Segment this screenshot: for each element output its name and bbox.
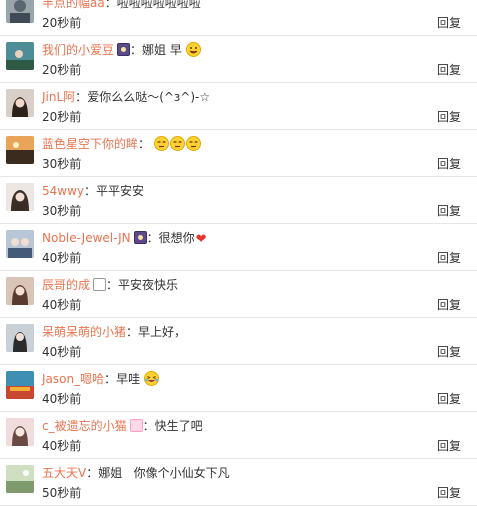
comment-username[interactable]: 半点的幅aa [42, 0, 105, 10]
comment-text: 平安夜快乐 [118, 278, 179, 292]
comment-colon: ： [75, 90, 88, 104]
avatar[interactable] [6, 42, 34, 70]
reply-button[interactable]: 回复 [437, 439, 461, 453]
comment-item: 五大天V：娜姐 你像个小仙女下凡 50秒前 回复 [0, 459, 477, 506]
reply-button[interactable]: 回复 [437, 110, 461, 124]
smile-emoji-icon [185, 42, 201, 57]
smirk-emoji-icon [185, 136, 201, 151]
comment-username[interactable]: c_被遗忘的小猫 [42, 419, 127, 433]
comment-text: 娜姐 早 [142, 43, 182, 57]
crown-badge-icon [129, 419, 143, 432]
reply-button[interactable]: 回复 [437, 251, 461, 265]
avatar[interactable] [6, 371, 34, 399]
comment-text: 早上好， [138, 325, 187, 339]
comment-colon: ： [104, 372, 117, 386]
comment-list: 半点的幅aa：啦啦啦啦啦啦啦 20秒前 回复 我们的小爱豆 ：娜姐 早 20秒前 … [0, 0, 477, 506]
panda-badge-icon [93, 278, 107, 291]
reply-button[interactable]: 回复 [437, 392, 461, 406]
reply-button[interactable]: 回复 [437, 204, 461, 218]
comment-colon: ： [130, 43, 143, 57]
comment-colon: ： [104, 0, 117, 10]
avatar[interactable] [6, 465, 34, 493]
comment-text: 平平安安 [96, 184, 145, 198]
comment-item: 我们的小爱豆 ：娜姐 早 20秒前 回复 [0, 36, 477, 83]
night-badge-icon [133, 231, 147, 244]
comment-time: 40秒前 [42, 298, 82, 312]
laugh-cry-emoji-icon [143, 371, 159, 386]
comment-item: JinL阿：爱你么么哒～(^з^)-☆ 20秒前 回复 [0, 83, 477, 130]
comment-time: 40秒前 [42, 392, 82, 406]
reply-button[interactable]: 回复 [437, 486, 461, 500]
comment-item: c_被遗忘的小猫 ：快生了吧 40秒前 回复 [0, 412, 477, 459]
comment-username[interactable]: 54wwy [42, 184, 84, 198]
comment-time: 20秒前 [42, 110, 82, 124]
avatar[interactable] [6, 277, 34, 305]
comment-time: 40秒前 [42, 251, 82, 265]
avatar[interactable] [6, 0, 34, 23]
comment-username[interactable]: JinL阿 [42, 90, 75, 104]
comment-username[interactable]: 呆萌呆萌的小猪 [42, 325, 126, 339]
comment-time: 20秒前 [42, 16, 82, 30]
reply-button[interactable]: 回复 [437, 63, 461, 77]
comment-text: 啦啦啦啦啦啦啦 [116, 0, 201, 10]
night-badge-icon [117, 43, 131, 56]
reply-button[interactable]: 回复 [437, 157, 461, 171]
comment-item: Noble-Jewel-JN ：很想你❤ 40秒前 回复 [0, 224, 477, 271]
reply-button[interactable]: 回复 [437, 345, 461, 359]
comment-username[interactable]: Noble-Jewel-JN [42, 231, 131, 245]
comment-time: 20秒前 [42, 63, 82, 77]
comment-item: 蓝色星空下你的眸： 30秒前 回复 [0, 130, 477, 177]
smirk-emoji-icon [169, 136, 185, 151]
comment-text: 爱你么么哒～(^з^)-☆ [87, 90, 211, 104]
comment-text: 快生了吧 [154, 419, 203, 433]
avatar[interactable] [6, 136, 34, 164]
avatar[interactable] [6, 324, 34, 352]
avatar[interactable] [6, 89, 34, 117]
comment-item: 54wwy：平平安安 30秒前 回复 [0, 177, 477, 224]
heart-icon: ❤ [195, 232, 207, 247]
comment-time: 40秒前 [42, 439, 82, 453]
comment-username[interactable]: 辰哥的成 [42, 278, 90, 292]
comment-text: 很想你 [158, 231, 195, 245]
comment-item: 半点的幅aa：啦啦啦啦啦啦啦 20秒前 回复 [0, 0, 477, 36]
comment-colon: ： [106, 278, 119, 292]
avatar[interactable] [6, 418, 34, 446]
comment-time: 40秒前 [42, 345, 82, 359]
comment-time: 50秒前 [42, 486, 82, 500]
reply-button[interactable]: 回复 [437, 298, 461, 312]
comment-username[interactable]: 我们的小爱豆 [42, 43, 114, 57]
comment-colon: ： [138, 137, 151, 151]
avatar[interactable] [6, 183, 34, 211]
avatar[interactable] [6, 230, 34, 258]
comment-username[interactable]: 蓝色星空下你的眸 [42, 137, 138, 151]
comment-time: 30秒前 [42, 157, 82, 171]
comment-item: Jason_嗯哈：早哇 40秒前 回复 [0, 365, 477, 412]
smirk-emoji-icon [153, 136, 169, 151]
comment-item: 辰哥的成 ：平安夜快乐 40秒前 回复 [0, 271, 477, 318]
comment-colon: ： [142, 419, 155, 433]
comment-colon: ： [126, 325, 139, 339]
reply-button[interactable]: 回复 [437, 16, 461, 30]
comment-colon: ： [146, 231, 159, 245]
comment-username[interactable]: 五大天V [42, 466, 86, 480]
comment-time: 30秒前 [42, 204, 82, 218]
comment-text: 早哇 [116, 372, 141, 386]
comment-text: 娜姐 你像个小仙女下凡 [98, 466, 230, 480]
comment-colon: ： [86, 466, 99, 480]
comment-item: 呆萌呆萌的小猪：早上好， 40秒前 回复 [0, 318, 477, 365]
comment-colon: ： [84, 184, 97, 198]
comment-username[interactable]: Jason_嗯哈 [42, 372, 104, 386]
